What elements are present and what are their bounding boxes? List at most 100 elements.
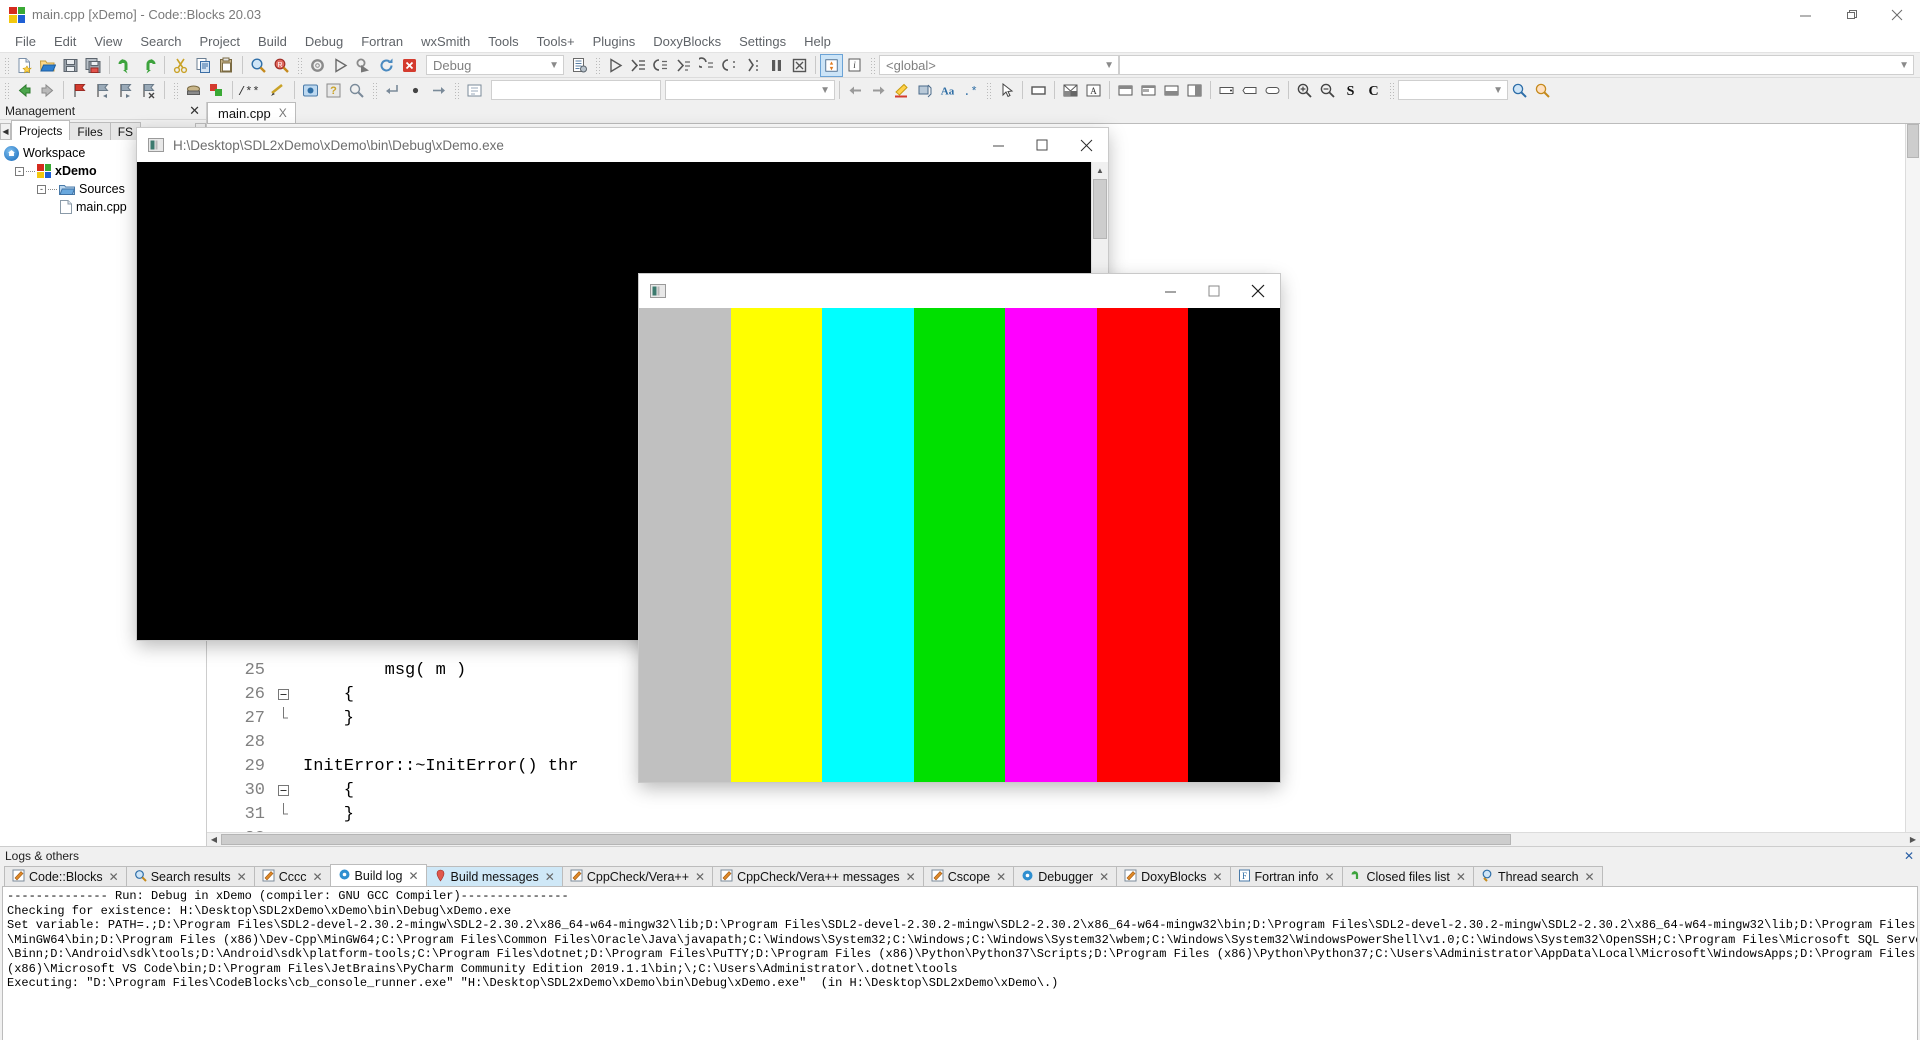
debug-run-to-cursor-icon[interactable] <box>742 54 765 77</box>
log-tab-doxyblocks[interactable]: DoxyBlocks ✕ <box>1116 866 1231 886</box>
toolbar-grip[interactable] <box>869 55 876 75</box>
toolbar-grip[interactable] <box>985 80 992 100</box>
layout-top-small-icon[interactable] <box>1137 79 1160 102</box>
highlight-icon[interactable] <box>890 79 913 102</box>
menu-item-debug[interactable]: Debug <box>296 33 352 50</box>
build-options-icon[interactable] <box>568 54 591 77</box>
fold-marker[interactable] <box>275 803 291 825</box>
build-target-combo[interactable]: Debug ▼ <box>426 55 564 75</box>
menu-item-edit[interactable]: Edit <box>45 33 85 50</box>
pointer-icon[interactable] <box>995 79 1018 102</box>
log-tab-cppcheck-messages[interactable]: CppCheck/Vera++ messages ✕ <box>712 866 924 886</box>
code-completion-input[interactable] <box>491 80 661 100</box>
sdl-window[interactable] <box>639 274 1280 782</box>
nav-back-icon[interactable] <box>13 79 36 102</box>
menu-item-tools[interactable]: Tools <box>479 33 527 50</box>
log-tab-search-results[interactable]: Search results ✕ <box>125 866 255 886</box>
scrollbar-track[interactable] <box>221 833 1906 847</box>
search-impl-icon[interactable] <box>1531 79 1554 102</box>
editor-vertical-scrollbar[interactable] <box>1905 124 1920 832</box>
debug-next-instruction-icon[interactable] <box>696 54 719 77</box>
toolbar-grip[interactable] <box>371 80 378 100</box>
search-decl-icon[interactable] <box>1508 79 1531 102</box>
editor-tab-maincpp[interactable]: main.cpp X <box>207 102 296 123</box>
toolbar-grip[interactable] <box>3 55 10 75</box>
debug-step-into-instruction-icon[interactable] <box>719 54 742 77</box>
run-icon[interactable] <box>329 54 352 77</box>
layout-top-icon[interactable] <box>1114 79 1137 102</box>
undo-icon[interactable] <box>114 54 137 77</box>
close-icon[interactable]: ✕ <box>189 104 200 117</box>
minimize-icon[interactable] <box>976 128 1020 162</box>
close-icon[interactable]: ✕ <box>1904 849 1914 863</box>
menu-item-project[interactable]: Project <box>191 33 249 50</box>
collapse-toggle[interactable]: - <box>15 166 24 176</box>
fortran-dot-icon[interactable] <box>404 79 427 102</box>
editor-horizontal-scrollbar[interactable]: ◀ ▶ <box>207 832 1920 846</box>
toolbar-grip[interactable] <box>3 80 10 100</box>
symbol-combo[interactable]: ▼ <box>1119 55 1914 75</box>
doxyblocks-comment-icon[interactable]: /** * <box>237 79 267 102</box>
debug-stop-icon[interactable] <box>788 54 811 77</box>
toolbar-grip[interactable] <box>1388 80 1395 100</box>
scrollbar-thumb[interactable] <box>221 833 1511 845</box>
doxyblocks-help-icon[interactable]: ? <box>322 79 345 102</box>
shape-rect2-icon[interactable] <box>1238 79 1261 102</box>
log-tab-closed-files-list[interactable]: Closed files list ✕ <box>1341 866 1474 886</box>
debugging-windows-icon[interactable] <box>820 53 843 77</box>
scope-combo[interactable]: <global> ▼ <box>879 55 1119 75</box>
thread-search-input[interactable]: ▼ <box>1398 80 1508 100</box>
close-icon[interactable]: ✕ <box>1099 870 1109 884</box>
fold-marker[interactable] <box>275 784 291 796</box>
new-file-icon[interactable] <box>13 54 36 77</box>
cut-icon[interactable] <box>169 54 192 77</box>
scroll-left-icon[interactable]: ◀ <box>207 833 221 847</box>
build-and-run-icon[interactable] <box>352 54 375 77</box>
scope-c-icon[interactable]: C <box>1362 79 1385 102</box>
clear-bookmarks-icon[interactable] <box>137 79 160 102</box>
menu-item-doxyblocks[interactable]: DoxyBlocks <box>644 33 730 50</box>
panel-icon[interactable] <box>1027 79 1050 102</box>
zoom-in-icon[interactable] <box>1293 79 1316 102</box>
menu-item-search[interactable]: Search <box>131 33 190 50</box>
console-title-bar[interactable]: H:\Desktop\SDL2xDemo\xDemo\bin\Debug\xDe… <box>137 128 1108 162</box>
minimize-icon[interactable] <box>1148 274 1192 308</box>
menu-item-build[interactable]: Build <box>249 33 296 50</box>
close-icon[interactable]: ✕ <box>109 870 119 884</box>
log-tab-build-messages[interactable]: Build messages ✕ <box>425 866 563 886</box>
debug-step-into-icon[interactable] <box>650 54 673 77</box>
close-icon[interactable]: X <box>279 106 287 120</box>
shape-rounded-icon[interactable] <box>1261 79 1284 102</box>
refactor-icon[interactable] <box>913 79 936 102</box>
menu-item-tools-plus[interactable]: Tools+ <box>528 33 584 50</box>
maximize-icon[interactable] <box>1020 128 1064 162</box>
fold-marker[interactable] <box>275 688 291 700</box>
fortran-jump-icon[interactable] <box>381 79 404 102</box>
tabs-scroll-left-icon[interactable]: ◀ <box>0 123 11 140</box>
toggle-bookmark-icon[interactable] <box>68 79 91 102</box>
scrollbar-thumb[interactable] <box>1093 179 1107 239</box>
replace-icon[interactable]: R <box>270 54 293 77</box>
maximize-icon[interactable] <box>1828 0 1874 30</box>
close-icon[interactable]: ✕ <box>237 870 247 884</box>
log-tab-thread-search[interactable]: Thread search ✕ <box>1472 866 1603 886</box>
doxyblocks-wizard-icon[interactable] <box>345 79 368 102</box>
close-icon[interactable]: ✕ <box>695 870 705 884</box>
prev-changed-line-icon[interactable] <box>844 79 867 102</box>
scope-s-icon[interactable]: S <box>1339 79 1362 102</box>
log-tab-cscope[interactable]: Cscope ✕ <box>922 866 1015 886</box>
close-icon[interactable]: ✕ <box>408 869 418 883</box>
toolbar-grip[interactable] <box>172 80 179 100</box>
fold-marker[interactable] <box>275 707 291 729</box>
aa-icon[interactable]: Aa <box>936 79 959 102</box>
save-all-icon[interactable] <box>82 54 105 77</box>
scrollbar-thumb[interactable] <box>1907 124 1919 158</box>
build-icon[interactable] <box>306 54 329 77</box>
log-tab-codeblocks[interactable]: Code::Blocks ✕ <box>4 866 127 886</box>
next-changed-line-icon[interactable] <box>867 79 890 102</box>
close-icon[interactable] <box>1236 274 1280 308</box>
open-file-icon[interactable] <box>36 54 59 77</box>
sdl-render-surface[interactable] <box>639 308 1280 782</box>
close-icon[interactable]: ✕ <box>996 870 1006 884</box>
collapse-toggle[interactable]: - <box>37 184 46 194</box>
